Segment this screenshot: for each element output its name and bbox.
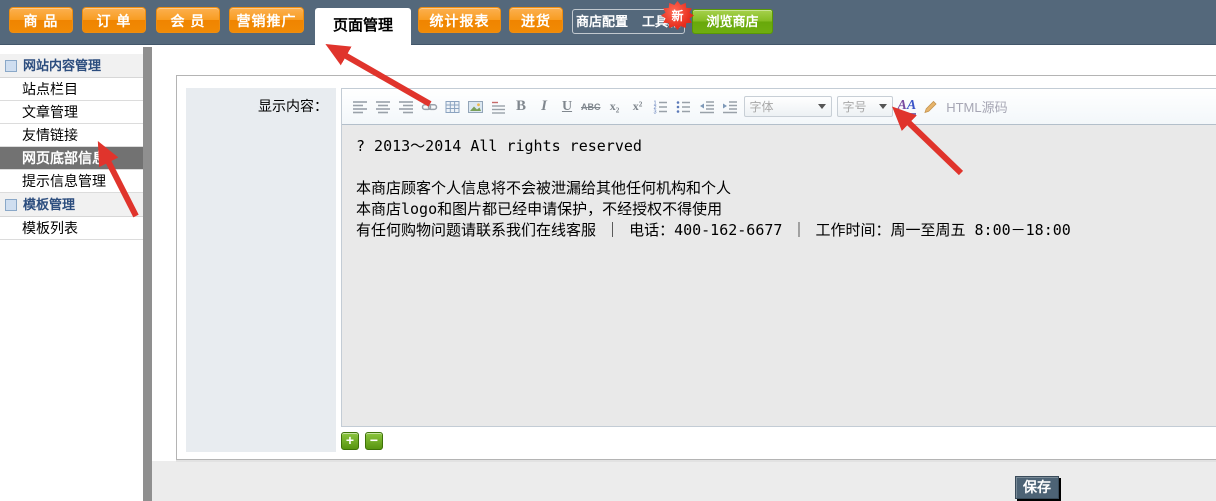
font-color-icon[interactable]: AA [898,99,917,115]
sidebar-content-divider [143,47,152,501]
sidebar-section-label: 网站内容管理 [23,54,101,77]
pencil-icon[interactable] [921,97,939,117]
font-family-value: 字体 [750,98,774,115]
nav-members-button[interactable]: 会 员 [156,7,220,33]
nav-products-button[interactable]: 商 品 [9,7,73,33]
insert-table-icon[interactable] [443,97,461,117]
italic-button[interactable]: I [535,97,553,117]
ordered-list-icon[interactable]: 123 [652,97,670,117]
admin-page: { "topnav": { "buttons": [ {"label": "商 … [0,0,1216,501]
superscript-button[interactable]: x² [629,97,647,117]
font-size-value: 字号 [843,98,867,115]
chevron-down-icon [818,104,826,109]
sidebar-item-page-footer-info[interactable]: 网页底部信息 [0,147,143,170]
underline-button[interactable]: U [558,97,576,117]
save-button[interactable]: 保存 [1015,476,1059,499]
unordered-list-icon[interactable] [675,97,693,117]
font-size-select[interactable]: 字号 [837,96,893,117]
browse-store-button[interactable]: 浏览商店 [692,9,773,34]
svg-text:3: 3 [654,109,657,115]
chevron-down-icon [879,104,887,109]
sidebar: 网站内容管理 站点栏目 文章管理 友情链接 网页底部信息 提示信息管理 模板管理… [0,54,143,240]
sidebar-item-template-list[interactable]: 模板列表 [0,217,143,240]
insert-image-icon[interactable] [466,97,484,117]
add-row-button[interactable]: + [341,432,359,450]
align-left-icon[interactable] [351,97,369,117]
sidebar-item-tip-info-management[interactable]: 提示信息管理 [0,170,143,193]
privacy-line: 本商店顾客个人信息将不会被泄漏给其他任何机构和个人 [356,178,1205,199]
row-controls: + − [341,432,383,450]
editor-content-area[interactable]: ? 2013～2014 All rights reserved 本商店顾客个人信… [342,125,1216,426]
bold-button[interactable]: B [512,97,530,117]
outdent-icon[interactable] [698,97,716,117]
section-square-icon [5,60,17,72]
section-square-icon [5,199,17,211]
sidebar-item-site-columns[interactable]: 站点栏目 [0,78,143,101]
rich-text-editor: B I U ABC x₂ x² 123 字体 字号 AA HTML源码 ? 20… [341,88,1216,427]
sidebar-item-friend-links[interactable]: 友情链接 [0,124,143,147]
align-right-icon[interactable] [397,97,415,117]
nav-marketing-button[interactable]: 营销推广 [229,7,304,33]
strikethrough-button[interactable]: ABC [581,97,601,117]
logo-protection-line: 本商店logo和图片都已经申请保护，不经授权不得使用 [356,199,1205,220]
copyright-line: ? 2013～2014 All rights reserved [356,136,1205,157]
remove-row-button[interactable]: − [365,432,383,450]
sidebar-section-label: 模板管理 [23,193,75,216]
field-label-display-content: 显示内容： [186,88,336,452]
indent-icon[interactable] [721,97,739,117]
service-contact-line: 有任何购物问题请联系我们在线客服 ｜ 电话：400-162-6677 ｜ 工作时… [356,220,1205,241]
subscript-button[interactable]: x₂ [606,97,624,117]
content-panel: 显示内容： B I U ABC x₂ x² 123 字体 字号 [176,75,1216,460]
html-source-button[interactable]: HTML源码 [946,97,1007,116]
nav-orders-button[interactable]: 订 单 [82,7,146,33]
sidebar-section-website-content: 网站内容管理 [0,54,143,78]
hr-icon[interactable] [489,97,507,117]
nav-page-management-tab-active[interactable]: 页面管理 [315,8,411,45]
editor-toolbar: B I U ABC x₂ x² 123 字体 字号 AA HTML源码 [342,89,1216,125]
nav-statistics-button[interactable]: 统计报表 [418,7,501,33]
top-navigation-bar: 商 品 订 单 会 员 营销推广 页面管理 统计报表 进货 商店配置 工具箱 浏… [0,0,1216,45]
font-family-select[interactable]: 字体 [744,96,832,117]
sidebar-item-article-management[interactable]: 文章管理 [0,101,143,124]
nav-purchase-button[interactable]: 进货 [509,7,563,33]
insert-link-icon[interactable] [420,97,438,117]
sidebar-section-template-management: 模板管理 [0,193,143,217]
shop-config-menu[interactable]: 商店配置 [576,10,628,33]
align-center-icon[interactable] [374,97,392,117]
